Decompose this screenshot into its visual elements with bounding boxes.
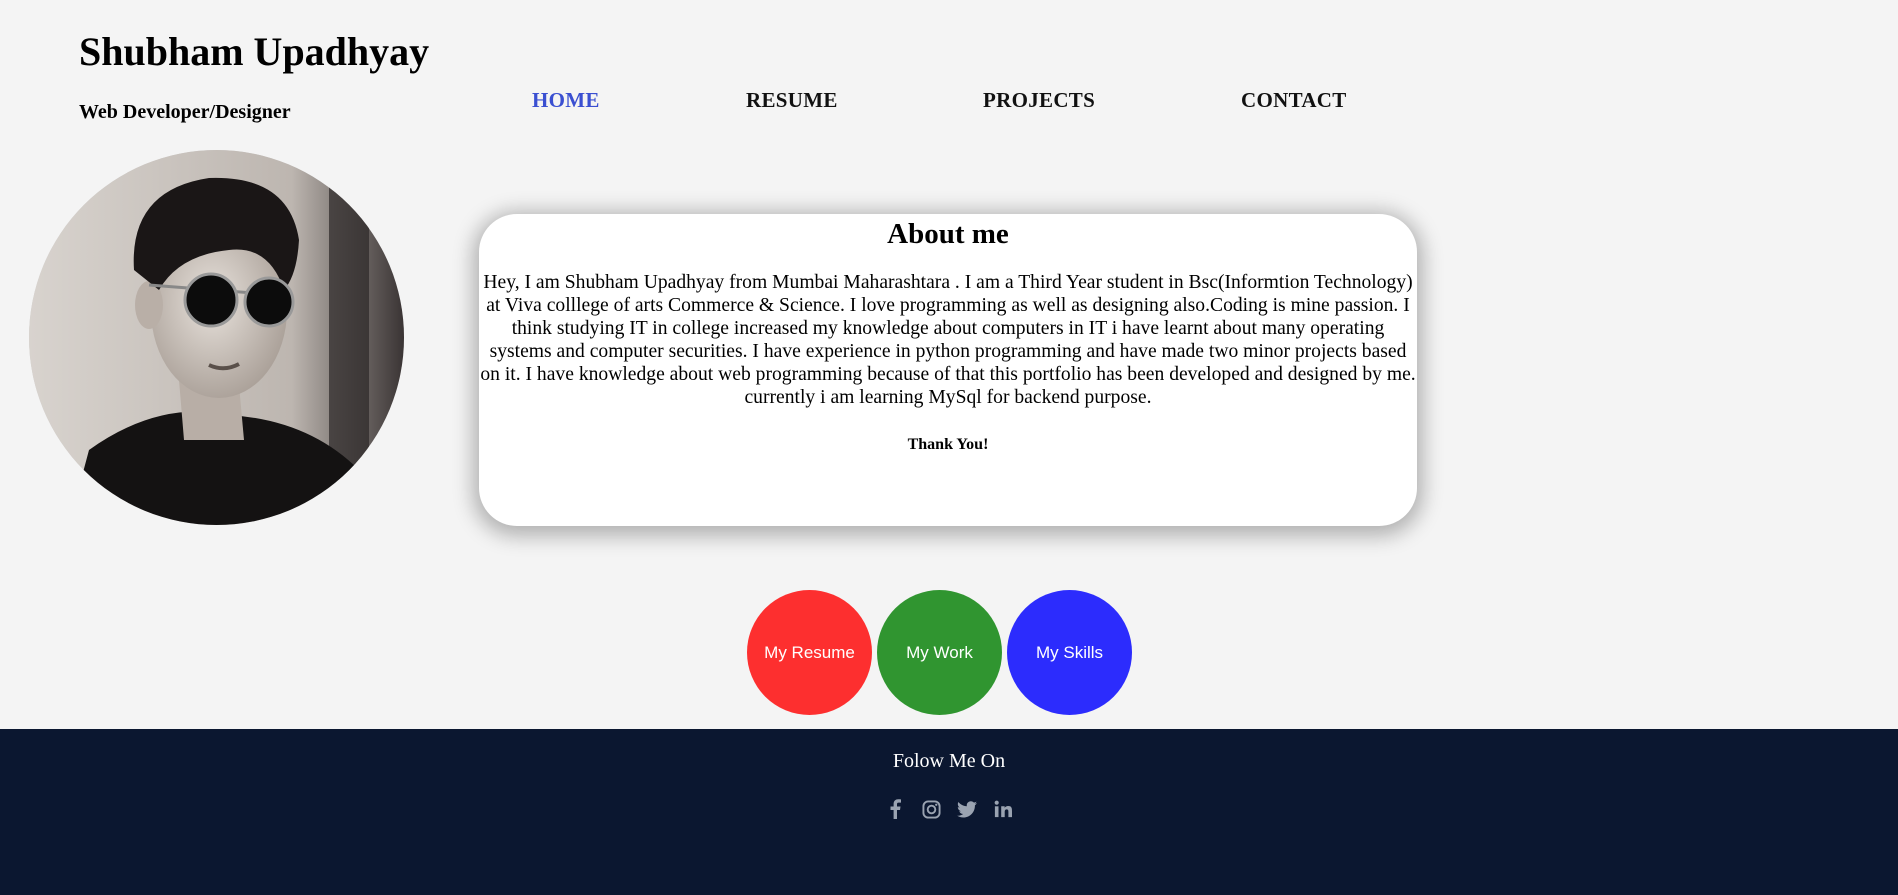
profile-photo — [29, 150, 404, 525]
nav-resume[interactable]: RESUME — [746, 88, 838, 113]
follow-heading: Folow Me On — [892, 750, 1006, 772]
nav-projects[interactable]: PROJECTS — [983, 88, 1095, 113]
twitter-icon[interactable] — [956, 798, 978, 820]
nav-home[interactable]: HOME — [532, 88, 600, 113]
portfolio-page: Shubham Upadhyay Web Developer/Designer … — [0, 0, 1898, 895]
about-thanks: Thank You! — [907, 436, 989, 453]
about-body: Hey, I am Shubham Upadhyay from Mumbai M… — [480, 272, 1416, 408]
about-title: About me — [887, 218, 1009, 250]
footer: Folow Me On — [0, 729, 1898, 895]
linkedin-icon[interactable] — [992, 798, 1014, 820]
about-card: About me Hey, I am Shubham Upadhyay from… — [479, 214, 1417, 526]
my-resume-button[interactable]: My Resume — [747, 590, 872, 715]
my-skills-button[interactable]: My Skills — [1007, 590, 1132, 715]
nav-contact[interactable]: CONTACT — [1241, 88, 1347, 113]
site-owner-role: Web Developer/Designer — [79, 101, 291, 123]
my-work-button[interactable]: My Work — [877, 590, 1002, 715]
facebook-icon[interactable] — [884, 798, 906, 820]
social-links — [0, 798, 1898, 820]
site-owner-name: Shubham Upadhyay — [79, 29, 430, 74]
instagram-icon[interactable] — [920, 798, 942, 820]
